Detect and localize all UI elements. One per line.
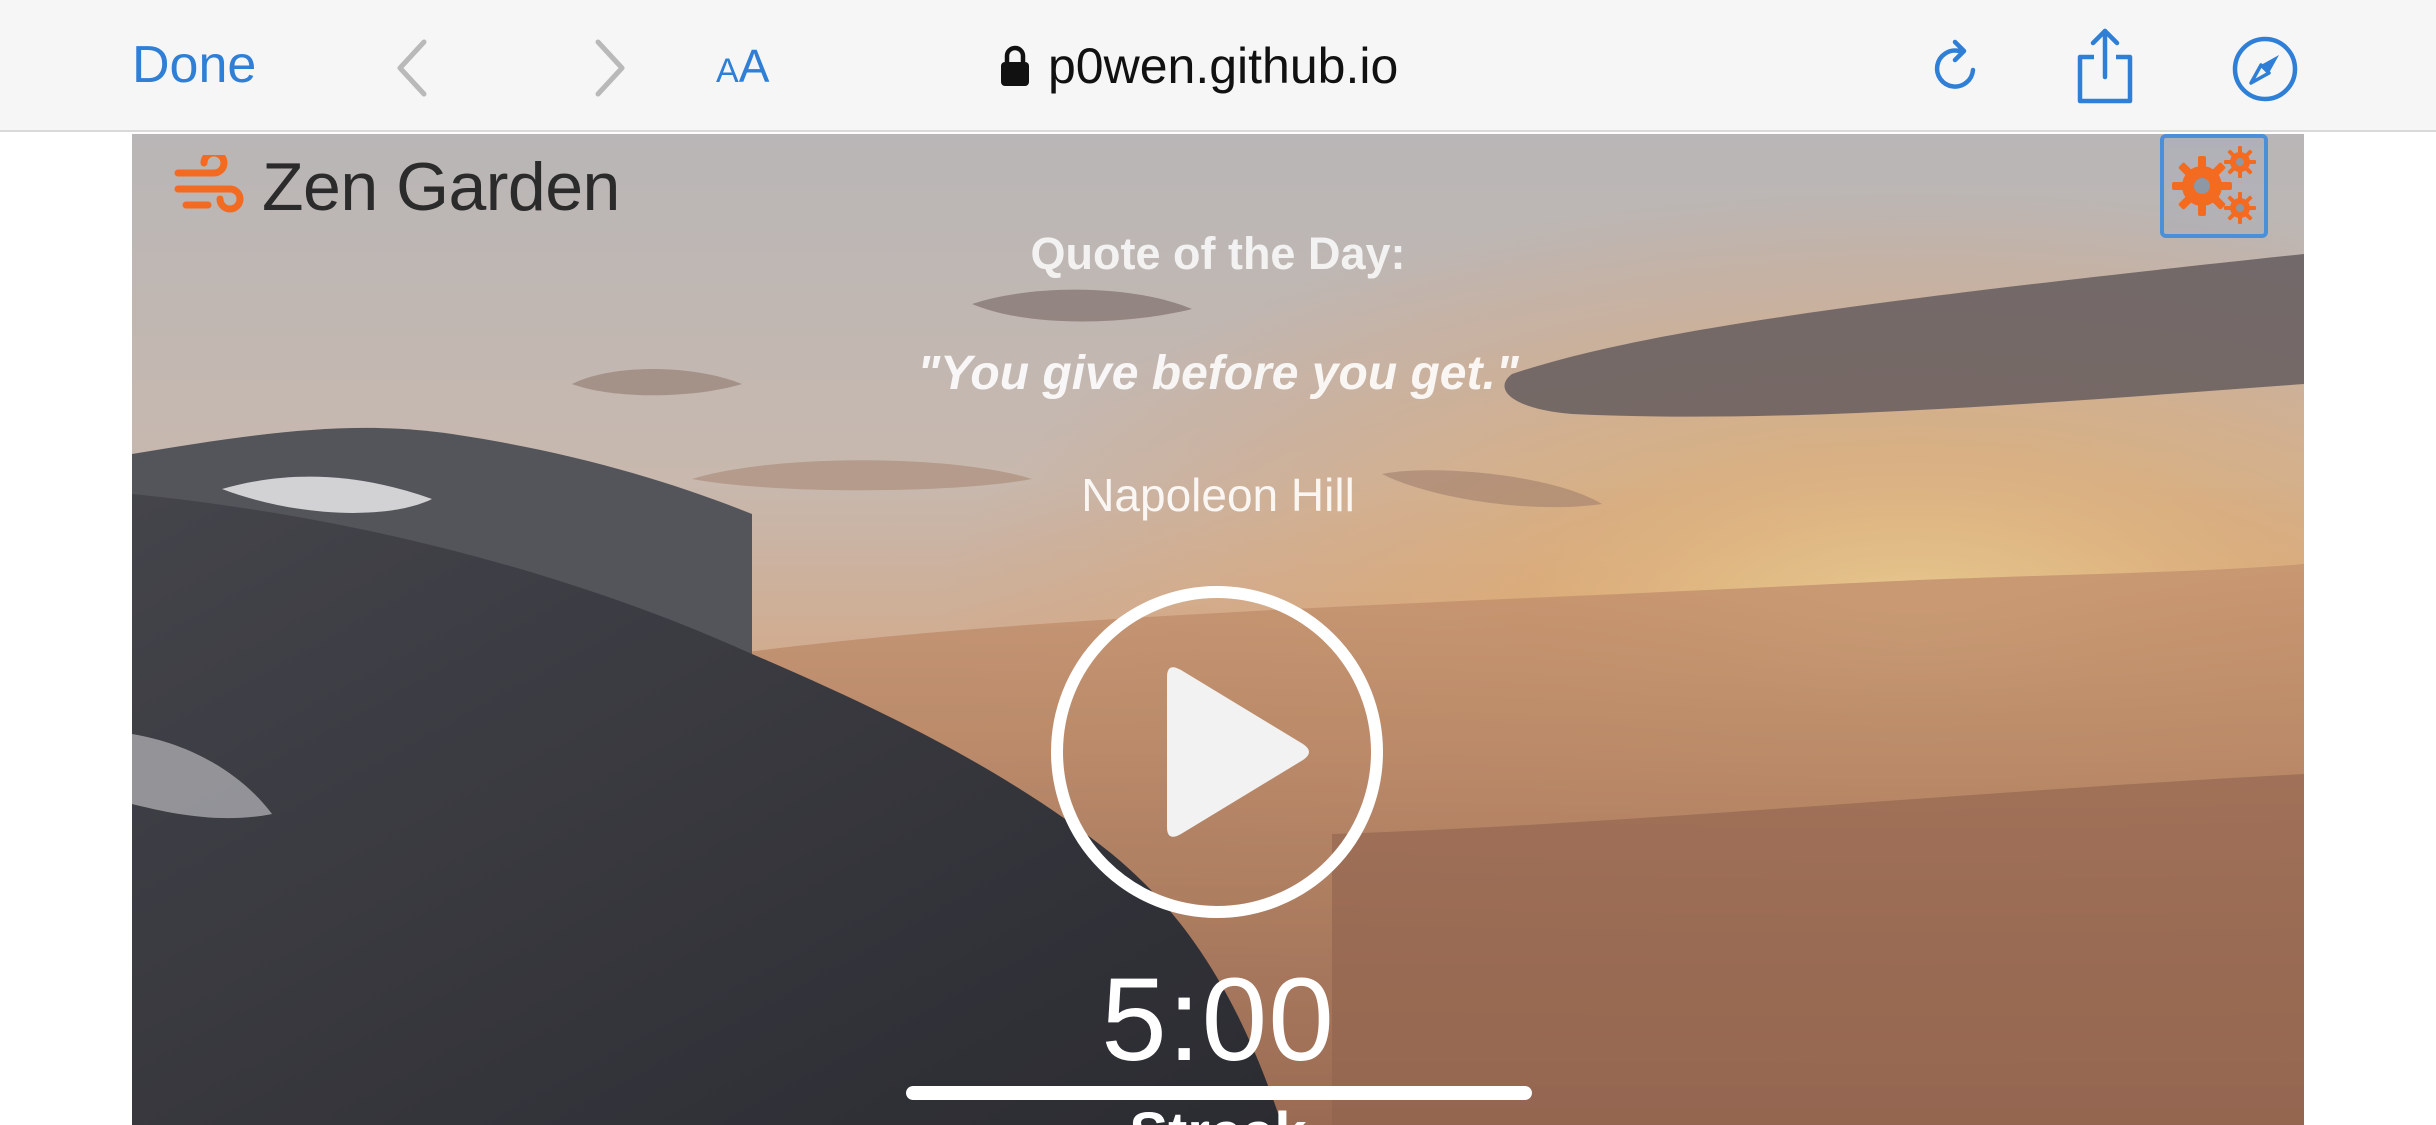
settings-button[interactable] bbox=[2160, 134, 2268, 238]
text-size-large-glyph: A bbox=[738, 40, 770, 92]
forward-button[interactable] bbox=[580, 36, 640, 100]
lock-icon bbox=[1001, 45, 1029, 86]
quote-text: "You give before you get." bbox=[917, 347, 1519, 400]
gears-icon bbox=[2172, 146, 2256, 224]
share-button[interactable] bbox=[2070, 26, 2140, 106]
streak-label: Streak bbox=[132, 1100, 2304, 1125]
reload-icon bbox=[1934, 39, 1976, 89]
quote-author: Napoleon Hill bbox=[1081, 469, 1355, 521]
compass-button[interactable] bbox=[2230, 34, 2300, 104]
browser-toolbar: Done AA p0wen.github.io bbox=[0, 0, 2436, 132]
play-button[interactable] bbox=[1047, 582, 1387, 922]
timer-display: 5:00 bbox=[1101, 954, 1335, 1086]
play-circle-icon bbox=[1051, 586, 1383, 918]
address-bar[interactable]: p0wen.github.io bbox=[1000, 34, 1398, 98]
done-button[interactable]: Done bbox=[132, 30, 256, 100]
chevron-right-icon bbox=[595, 39, 625, 97]
timer-progress-bar bbox=[906, 1086, 1532, 1100]
compass-icon bbox=[2232, 36, 2298, 102]
zen-garden-page: Zen Garden Quote of the Day: "You give b… bbox=[132, 134, 2304, 1125]
text-size-button[interactable]: AA bbox=[716, 34, 769, 98]
chevron-left-icon bbox=[397, 39, 427, 97]
reload-button[interactable] bbox=[1925, 34, 1989, 100]
url-text: p0wen.github.io bbox=[1048, 38, 1399, 94]
quote-heading: Quote of the Day: bbox=[1030, 228, 1406, 279]
brand-logo[interactable]: Zen Garden bbox=[174, 148, 620, 226]
timer-progress-fill bbox=[906, 1086, 1532, 1100]
share-icon bbox=[2077, 28, 2133, 104]
text-size-small-glyph: A bbox=[716, 51, 739, 90]
app-title: Zen Garden bbox=[262, 149, 620, 225]
back-button[interactable] bbox=[382, 36, 442, 100]
wind-icon bbox=[174, 155, 244, 213]
